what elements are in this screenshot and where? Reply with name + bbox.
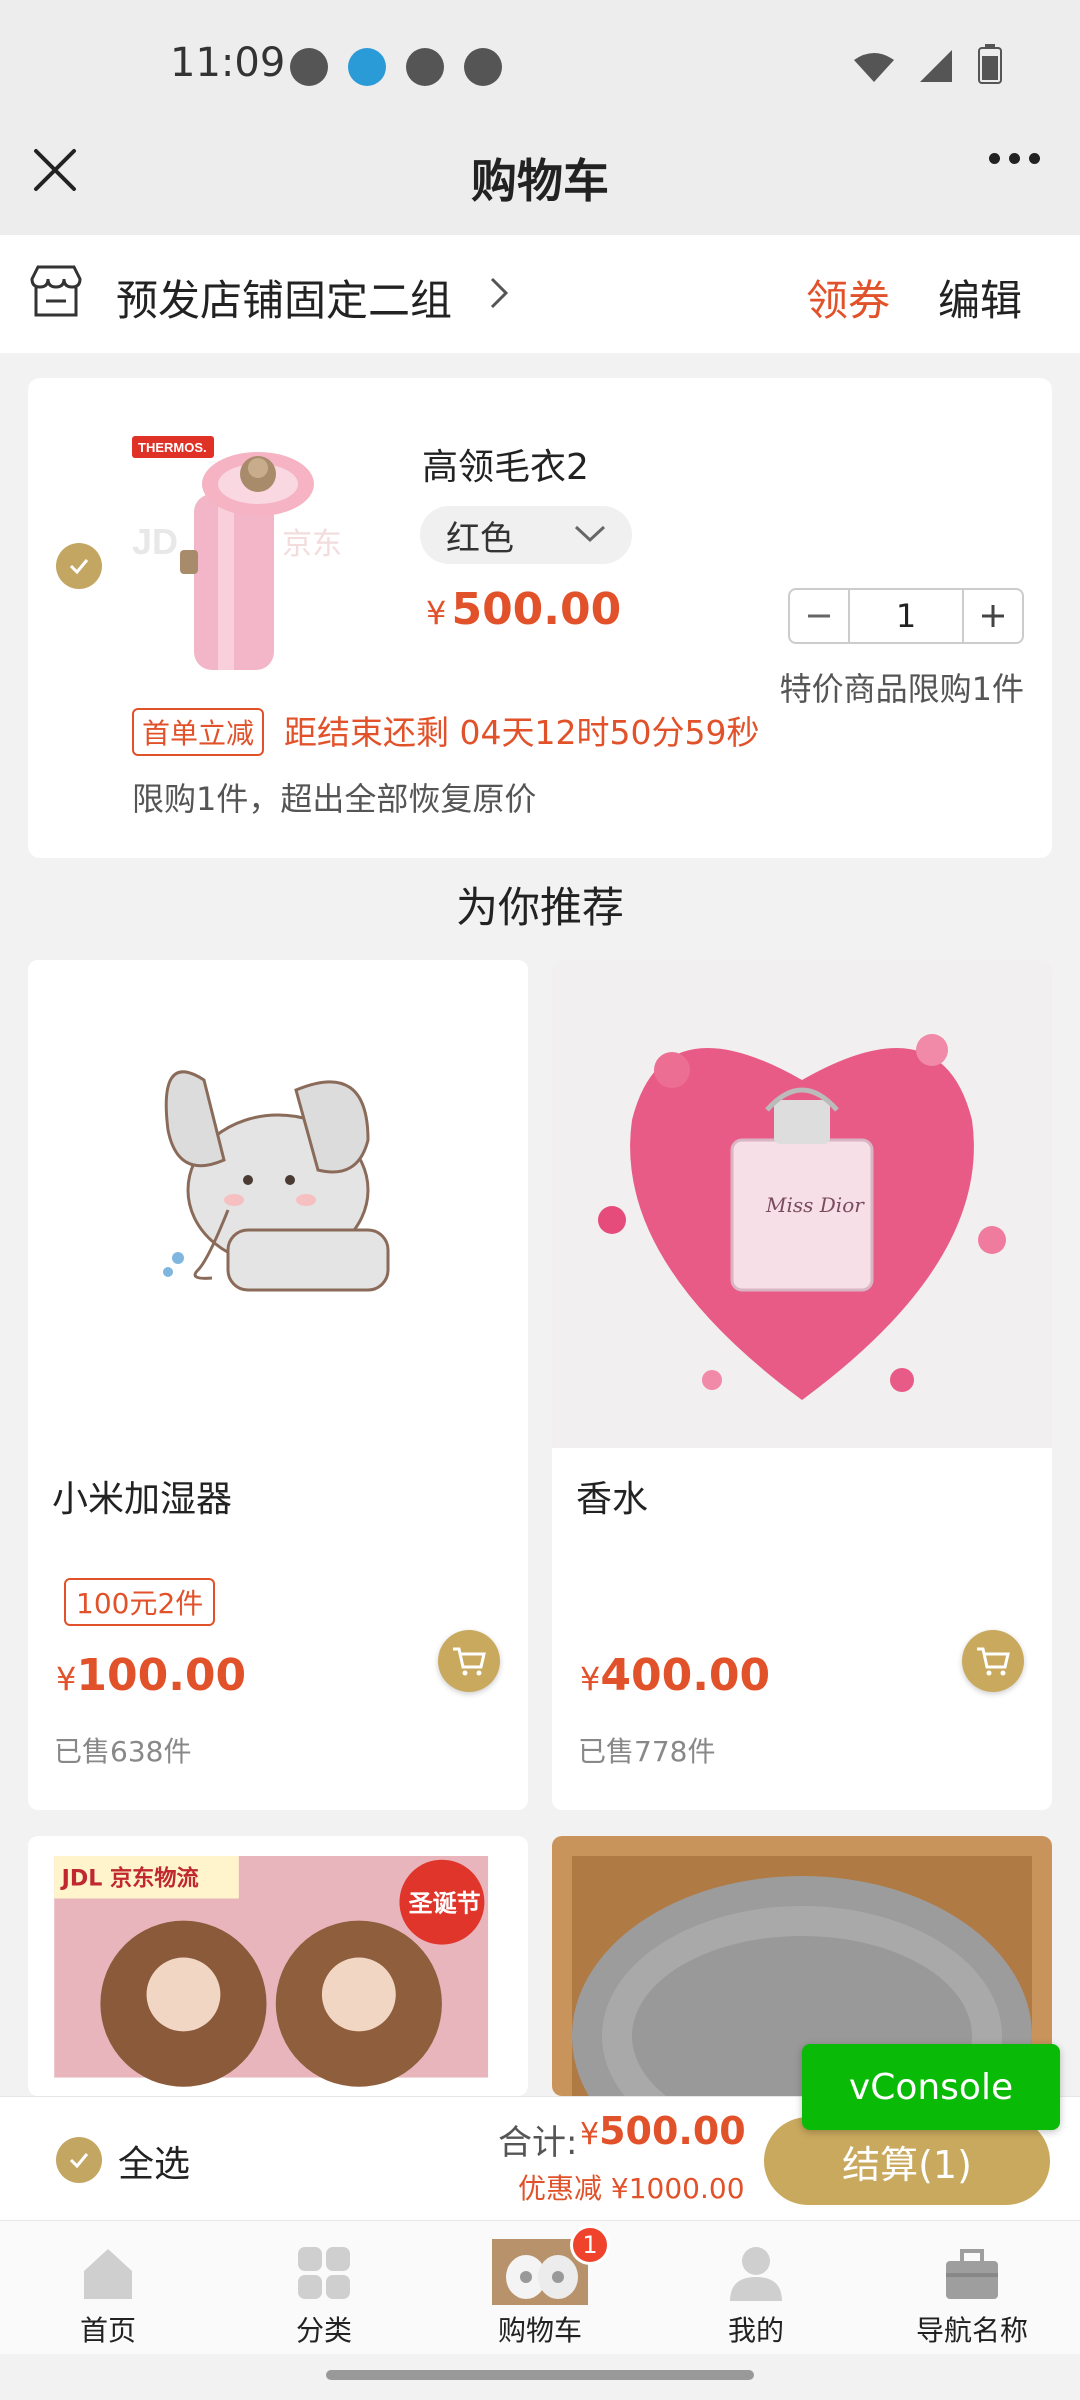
home-icon (84, 2249, 132, 2299)
cart-icon (453, 1647, 486, 1676)
chevron-down-icon (574, 525, 606, 543)
perfume-image: Miss Dior (552, 960, 1052, 1448)
product-price: ¥400.00 (580, 1650, 770, 1701)
add-to-cart-button[interactable] (438, 1630, 500, 1692)
tab-label: 导航名称 (915, 2314, 1028, 2347)
tab-cart[interactable]: 1 购物车 (432, 2221, 648, 2355)
tab-label: 购物车 (497, 2314, 582, 2347)
tab-label: 分类 (295, 2314, 352, 2347)
app-notification-icon (348, 48, 386, 86)
select-all-label[interactable]: 全选 (118, 2135, 190, 2187)
category-icon (298, 2247, 350, 2299)
discount-amount: 优惠减 ¥1000.00 (518, 2172, 745, 2205)
tab-home[interactable]: 首页 (0, 2221, 216, 2355)
price-value: 100.00 (76, 1650, 247, 1701)
price-value: 400.00 (600, 1650, 771, 1701)
vconsole-button[interactable]: vConsole (802, 2044, 1060, 2130)
quantity-value[interactable]: 1 (848, 590, 964, 642)
promo-tag: 100元2件 (64, 1578, 216, 1626)
status-time: 11:09 (170, 40, 286, 86)
limit-description: 限购1件，超出全部恢复原价 (132, 780, 537, 818)
total-label: 合计: (498, 2123, 578, 2163)
product-name[interactable]: 高领毛衣2 (422, 438, 589, 490)
variant-label: 红色 (446, 518, 514, 559)
product-name: 小米加湿器 (52, 1479, 233, 1520)
checkout-button[interactable]: 结算(1) (764, 2117, 1050, 2205)
sold-count: 已售778件 (578, 1735, 716, 1768)
more-icon[interactable] (989, 153, 1040, 164)
tab-bar: 首页 分类 1 购物车 我的 导航名称 (0, 2220, 1080, 2354)
price-currency: ¥ (580, 1660, 601, 1698)
perfume-brand-label: Miss Dior (765, 1193, 865, 1217)
quantity-stepper: 1 (788, 588, 1024, 644)
tab-label: 首页 (79, 2314, 136, 2347)
page-title: 购物车 (471, 154, 609, 208)
nav-bar: 购物车 (0, 115, 1080, 235)
product-image[interactable]: THERMOS. JD 京东 (132, 434, 412, 674)
limit-note: 特价商品限购1件 (779, 670, 1024, 708)
product-price: ¥ 500.00 (426, 584, 621, 635)
cart-badge: 1 (570, 2225, 610, 2265)
tab-category[interactable]: 分类 (216, 2221, 432, 2355)
elephant-image (28, 960, 528, 1448)
total-value: 500.00 (599, 2109, 746, 2153)
promo-tag: 首单立减 (132, 708, 265, 756)
coupon-button[interactable]: 领券 (806, 267, 890, 328)
badge-text: 圣诞节 (409, 1889, 481, 1917)
recommend-card[interactable]: JDL 京东物流 圣诞节 (28, 1836, 528, 2096)
chevron-right-icon[interactable] (488, 275, 510, 320)
home-indicator[interactable] (326, 2370, 754, 2380)
tab-label: 我的 (727, 2314, 784, 2347)
app-notification-icon (464, 48, 502, 86)
product-name: 香水 (576, 1479, 649, 1520)
bag-icon (946, 2249, 998, 2299)
costume-image: JDL 京东物流 圣诞节 (54, 1856, 489, 2087)
increment-button[interactable] (964, 590, 1022, 642)
sold-count: 已售638件 (54, 1735, 192, 1768)
price-value: 500.00 (451, 584, 622, 635)
select-all-checkbox[interactable] (56, 2137, 102, 2183)
cart-icon (977, 1647, 1010, 1676)
price-currency: ¥ (56, 1660, 77, 1698)
store-name[interactable]: 预发店铺固定二组 (116, 267, 452, 328)
store-icon (30, 265, 82, 317)
battery-icon (978, 44, 1002, 84)
app-notification-icon (406, 48, 444, 86)
edit-button[interactable]: 编辑 (938, 267, 1022, 328)
status-system-icons (854, 44, 1002, 84)
svg-text:京东: 京东 (282, 528, 342, 561)
total-price: ¥500.00 (580, 2109, 746, 2153)
store-header: 预发店铺固定二组 领券 编辑 (0, 235, 1080, 353)
item-checkbox[interactable] (56, 543, 102, 589)
price-currency: ¥ (426, 594, 447, 632)
status-notification-icons (290, 48, 502, 86)
wifi-icon (854, 53, 894, 82)
total-currency: ¥ (580, 2117, 600, 2152)
variant-selector[interactable]: 红色 (420, 506, 632, 564)
tab-custom-nav[interactable]: 导航名称 (864, 2221, 1080, 2355)
svg-text:JD: JD (132, 521, 178, 562)
recommend-card[interactable]: 小米加湿器 100元2件 ¥100.00 已售638件 (28, 960, 528, 1810)
brand-logo: THERMOS. (138, 440, 207, 455)
tab-profile[interactable]: 我的 (648, 2221, 864, 2355)
cart-item-card: THERMOS. JD 京东 高领毛衣2 红色 ¥ 500.00 1 特价商品限… (28, 378, 1052, 858)
dnd-icon (290, 48, 328, 86)
product-price: ¥100.00 (56, 1650, 246, 1701)
recommend-title: 为你推荐 (455, 883, 624, 932)
signal-icon (920, 50, 952, 82)
badge-text: JDL 京东物流 (60, 1866, 199, 1892)
add-to-cart-button[interactable] (962, 1630, 1024, 1692)
decrement-button[interactable] (790, 590, 848, 642)
user-icon (730, 2247, 782, 2301)
promo-countdown: 距结束还剩 04天12时50分59秒 (284, 713, 760, 752)
recommend-card[interactable]: Miss Dior 香水 ¥400.00 已售778件 (552, 960, 1052, 1810)
